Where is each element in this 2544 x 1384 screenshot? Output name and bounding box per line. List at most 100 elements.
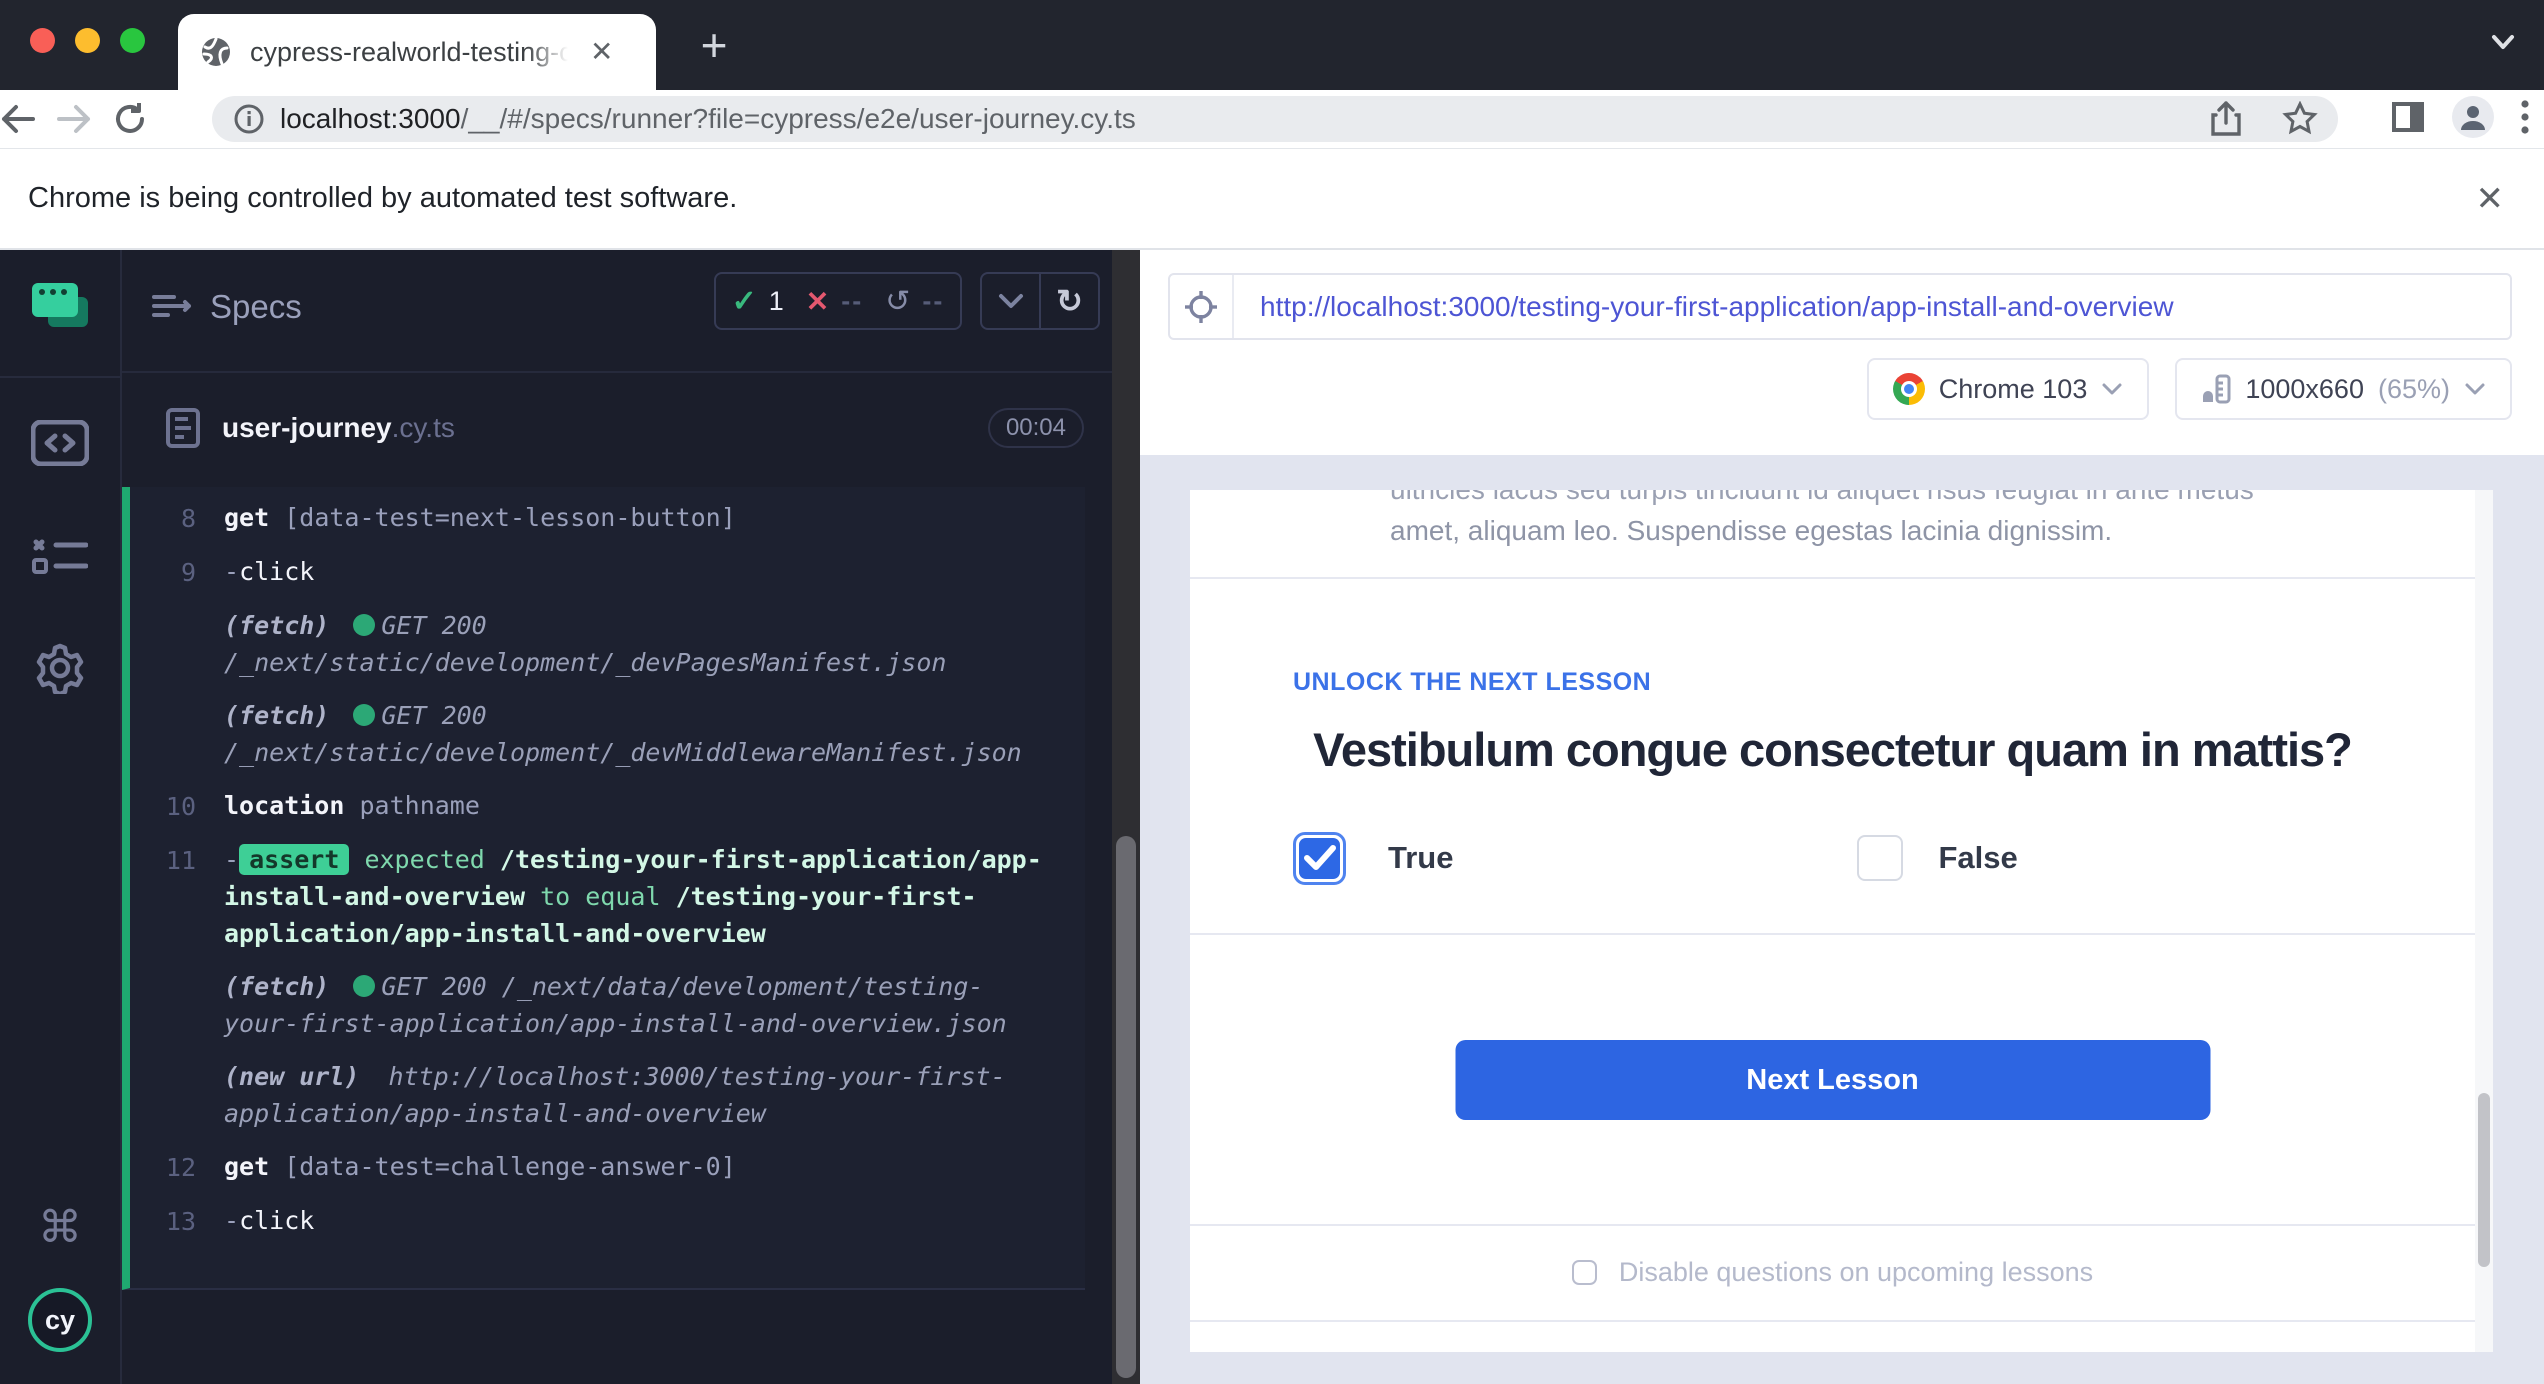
- aut-scrollbar-track[interactable]: [2475, 490, 2493, 1352]
- next-lesson-button[interactable]: Next Lesson: [1455, 1040, 2210, 1120]
- assert-chip: assert: [239, 844, 349, 875]
- specs-header: Specs ✓ 1 ✕ -- ↺ -- ↻: [122, 250, 1112, 373]
- log-row[interactable]: (fetch)GET 200 /_next/static/development…: [130, 607, 1085, 681]
- log-row[interactable]: 10location pathname: [130, 787, 1085, 825]
- answer-false-option[interactable]: False: [1833, 826, 2373, 890]
- reporter-scrollbar-thumb[interactable]: [1116, 836, 1136, 1378]
- disable-questions-row[interactable]: Disable questions on upcoming lessons: [1190, 1242, 2475, 1302]
- aut-url-text[interactable]: http://localhost:3000/testing-your-first…: [1260, 291, 2174, 323]
- sidebar-item-runs[interactable]: [0, 534, 120, 580]
- omnibox[interactable]: localhost:3000/__/#/specs/runner?file=cy…: [212, 96, 2338, 142]
- disable-questions-checkbox[interactable]: [1572, 1260, 1597, 1285]
- minimize-window-button[interactable]: [75, 28, 100, 53]
- answer-true-label[interactable]: True: [1388, 840, 1453, 876]
- lesson-paragraph: amet, aliquam leo. Suspendisse egestas l…: [1390, 511, 2330, 551]
- test-stats[interactable]: ✓ 1 ✕ -- ↺ --: [714, 272, 962, 330]
- checkmark-icon: [1303, 844, 1337, 872]
- viewport-select-dropdown[interactable]: 1000x660 (65%): [2175, 358, 2512, 420]
- specs-heading: Specs: [210, 288, 302, 326]
- url-host: localhost:3000: [280, 103, 461, 134]
- aut-url-bar[interactable]: http://localhost:3000/testing-your-first…: [1168, 273, 2512, 340]
- viewport-zoom-label: (65%): [2378, 374, 2450, 405]
- log-entry-text: -assert expected /testing-your-first-app…: [224, 841, 1056, 952]
- sidebar-item-spec-runner[interactable]: [0, 283, 120, 327]
- chrome-logo-icon: [1893, 373, 1925, 405]
- viewport-ruler-icon: [2201, 374, 2231, 404]
- browser-select-label: Chrome 103: [1939, 374, 2088, 405]
- log-entry-text: (fetch)GET 200 /_next/static/development…: [224, 607, 1056, 681]
- section-divider: [1190, 577, 2475, 579]
- answer-false-label[interactable]: False: [1939, 840, 2018, 876]
- side-panel-icon[interactable]: [2390, 100, 2426, 134]
- specs-title[interactable]: Specs: [152, 288, 302, 326]
- page-info-icon[interactable]: [232, 102, 266, 136]
- tab-close-icon[interactable]: ✕: [590, 38, 613, 66]
- new-tab-button[interactable]: +: [690, 22, 738, 70]
- browser-menu-icon[interactable]: [2520, 98, 2530, 136]
- command-key-icon: ⌘: [38, 1202, 82, 1253]
- answer-true-option[interactable]: True: [1293, 826, 1833, 890]
- log-line-number: 11: [130, 841, 196, 952]
- pending-restart-icon: ↺: [885, 284, 910, 319]
- reporter-scrollbar-track[interactable]: [1112, 250, 1140, 1384]
- reload-button-icon[interactable]: [112, 101, 168, 137]
- spec-duration-badge: 00:04: [988, 408, 1084, 448]
- log-row[interactable]: (fetch)GET 200 /_next/static/development…: [130, 697, 1085, 771]
- run-controls: ↻: [980, 272, 1100, 330]
- close-window-button[interactable]: [30, 28, 55, 53]
- forward-button-icon[interactable]: [56, 103, 112, 135]
- keyboard-shortcuts-button[interactable]: ⌘: [0, 1202, 120, 1253]
- browser-select-dropdown[interactable]: Chrome 103: [1867, 358, 2150, 420]
- log-row[interactable]: 13-click: [130, 1202, 1085, 1240]
- sidebar-item-settings[interactable]: [0, 642, 120, 694]
- log-line-number: [130, 607, 196, 681]
- bookmark-star-icon[interactable]: [2282, 101, 2318, 137]
- command-log[interactable]: 8get [data-test=next-lesson-button] 9-cli…: [122, 487, 1085, 1290]
- back-button-icon[interactable]: [0, 103, 56, 135]
- lesson-card: ultricies lacus sed turpis tincidunt id …: [1190, 490, 2475, 1352]
- main-area: ⌘ cy Specs ✓ 1 ✕ -- ↺ --: [0, 250, 2544, 1384]
- spec-file-icon: [166, 408, 200, 448]
- log-entry-text: get [data-test=next-lesson-button]: [224, 499, 1056, 537]
- automation-banner: Chrome is being controlled by automated …: [0, 148, 2544, 250]
- log-line-number: [130, 1058, 196, 1132]
- maximize-window-button[interactable]: [120, 28, 145, 53]
- success-dot-icon: [353, 704, 375, 726]
- log-row[interactable]: 9-click: [130, 553, 1085, 591]
- browser-toolbar: localhost:3000/__/#/specs/runner?file=cy…: [0, 90, 2544, 148]
- banner-close-icon[interactable]: ✕: [2476, 182, 2505, 216]
- unlock-label: UNLOCK THE NEXT LESSON: [1293, 668, 1651, 697]
- url-text[interactable]: localhost:3000/__/#/specs/runner?file=cy…: [280, 103, 2190, 135]
- answer-false-checkbox[interactable]: [1857, 835, 1903, 881]
- log-row[interactable]: (new url) http://localhost:3000/testing-…: [130, 1058, 1085, 1132]
- chevron-down-icon: [2101, 381, 2123, 397]
- log-row[interactable]: (fetch)GET 200 /_next/data/development/t…: [130, 968, 1085, 1042]
- cypress-logo[interactable]: cy: [0, 1288, 120, 1352]
- macos-traffic-lights: [30, 28, 145, 53]
- aut-viewport: ultricies lacus sed turpis tincidunt id …: [1140, 455, 2544, 1384]
- success-dot-icon: [353, 614, 375, 636]
- cypress-sidebar: ⌘ cy: [0, 250, 122, 1384]
- collapse-tests-button[interactable]: [982, 274, 1039, 328]
- spec-file-row[interactable]: user-journey.cy.ts 00:04: [122, 398, 1112, 460]
- browser-tab[interactable]: cypress-realworld-testing-cou ✕: [178, 14, 656, 90]
- gear-icon: [34, 642, 86, 694]
- aut-panel: http://localhost:3000/testing-your-first…: [1140, 250, 2544, 1384]
- app-window-icon: [32, 283, 88, 327]
- specs-list-icon: [152, 293, 192, 321]
- selector-playground-button[interactable]: [1170, 275, 1234, 338]
- log-row[interactable]: 8get [data-test=next-lesson-button]: [130, 499, 1085, 537]
- answer-true-checkbox[interactable]: [1293, 832, 1346, 885]
- share-icon[interactable]: [2210, 101, 2242, 137]
- tab-overflow-chevron-icon[interactable]: [2486, 30, 2520, 54]
- globe-favicon-icon: [200, 36, 232, 68]
- passed-check-icon: ✓: [732, 284, 757, 319]
- cypress-logo-icon: cy: [28, 1288, 92, 1352]
- log-row[interactable]: 11 -assert expected /testing-your-first-a…: [130, 841, 1085, 952]
- rerun-tests-button[interactable]: ↻: [1039, 274, 1098, 328]
- log-row[interactable]: 12get [data-test=challenge-answer-0]: [130, 1148, 1085, 1186]
- profile-avatar[interactable]: [2452, 96, 2494, 138]
- sidebar-item-specs[interactable]: [0, 420, 120, 466]
- pending-count: --: [922, 286, 944, 317]
- aut-scrollbar-thumb[interactable]: [2478, 1093, 2490, 1267]
